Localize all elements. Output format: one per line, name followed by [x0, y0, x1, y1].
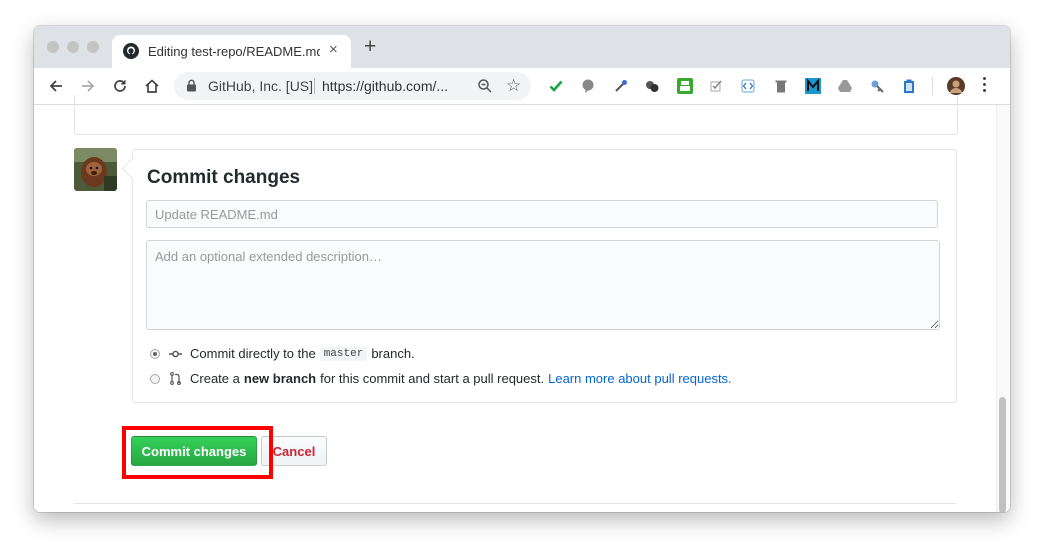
branch-name: master	[319, 346, 368, 361]
reload-button[interactable]	[109, 75, 131, 97]
close-window-button[interactable]	[47, 41, 59, 53]
eyedropper-icon[interactable]	[614, 79, 628, 93]
commit-heading: Commit changes	[147, 167, 301, 188]
commit-direct-prefix: Commit directly to the	[190, 346, 316, 361]
tab-editing-readme[interactable]: Editing test-repo/README.md ×	[112, 35, 351, 68]
commit-direct-option[interactable]: Commit directly to the master branch.	[150, 346, 415, 361]
check-icon[interactable]	[549, 79, 563, 93]
circles-icon[interactable]	[645, 79, 659, 93]
commit-new-branch-option[interactable]: Create a new branch for this commit and …	[150, 371, 732, 386]
commit-new-branch-prefix: Create a	[190, 371, 240, 386]
commit-form: Commit changes Commit directly to the ma…	[132, 149, 957, 403]
drive-icon[interactable]	[838, 79, 852, 93]
commit-direct-radio[interactable]	[150, 348, 160, 359]
minimize-window-button[interactable]	[67, 41, 79, 53]
reload-icon	[114, 80, 126, 92]
github-icon	[123, 43, 139, 59]
back-button[interactable]	[45, 75, 67, 97]
more-vert-icon[interactable]	[982, 77, 988, 95]
toolbar-divider	[932, 77, 933, 95]
browser-window: Editing test-repo/README.md × + GitHub, …	[34, 26, 1010, 512]
avatar	[74, 148, 117, 191]
git-commit-icon	[169, 349, 182, 359]
tab-title: Editing test-repo/README.md	[148, 44, 320, 59]
home-icon	[145, 79, 159, 93]
commit-new-branch-radio[interactable]	[150, 373, 160, 384]
close-tab-button[interactable]: ×	[329, 41, 338, 58]
key-icon[interactable]	[870, 79, 884, 93]
divider	[74, 503, 956, 504]
profile-avatar[interactable]	[947, 77, 965, 95]
commit-direct-suffix: branch.	[371, 346, 415, 361]
scrollbar-thumb[interactable]	[999, 397, 1006, 512]
forward-button[interactable]	[77, 75, 99, 97]
omnibox-divider	[314, 78, 315, 94]
commit-new-branch-suffix: for this commit and start a pull request…	[320, 371, 545, 386]
commit-description-textarea[interactable]	[146, 240, 940, 330]
bookmark-star-icon[interactable]: ☆	[506, 76, 521, 96]
zoom-icon[interactable]	[477, 78, 493, 94]
code-icon[interactable]	[741, 79, 755, 93]
commit-summary-input[interactable]	[146, 200, 938, 228]
clipboard-icon[interactable]	[902, 79, 916, 93]
git-pull-request-icon	[169, 372, 182, 385]
maximize-window-button[interactable]	[87, 41, 99, 53]
learn-more-pull-requests-link[interactable]: Learn more about pull requests.	[548, 371, 732, 386]
new-tab-button[interactable]: +	[364, 36, 376, 57]
site-identity[interactable]: GitHub, Inc. [US]	[208, 78, 312, 94]
lock-icon	[187, 79, 196, 92]
commit-new-branch-bold: new branch	[243, 371, 317, 386]
cancel-button[interactable]: Cancel	[261, 436, 327, 466]
trash-icon[interactable]	[774, 79, 788, 93]
commit-changes-button[interactable]: Commit changes	[131, 436, 257, 466]
bubble-icon[interactable]	[581, 79, 595, 93]
page-content: Commit changes Commit directly to the ma…	[34, 95, 1010, 512]
url-text[interactable]: https://github.com/...	[322, 78, 448, 94]
printer-icon[interactable]	[677, 78, 693, 94]
checkbox-icon[interactable]	[710, 79, 724, 93]
arrow-left-icon	[49, 80, 62, 92]
m-icon[interactable]	[805, 78, 821, 94]
home-button[interactable]	[141, 75, 163, 97]
tab-strip: Editing test-repo/README.md × +	[34, 26, 1010, 68]
editor-bottom-edge	[74, 95, 958, 135]
arrow-right-icon	[82, 80, 95, 92]
